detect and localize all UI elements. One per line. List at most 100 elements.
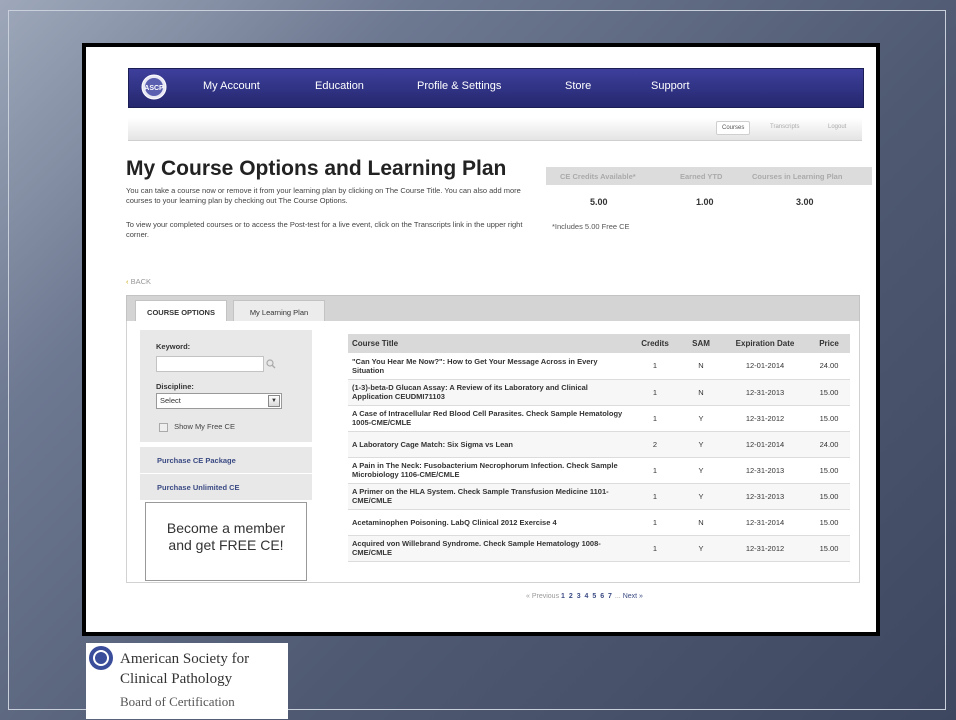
course-title-cell[interactable]: Acquired von Willebrand Syndrome. Check … xyxy=(348,535,630,562)
expiration-cell: 12-31-2013 xyxy=(722,457,808,484)
earned-ytd-value: 1.00 xyxy=(696,197,714,207)
promo-line-2: and get FREE CE! xyxy=(168,537,284,553)
price-cell: 15.00 xyxy=(808,483,850,510)
credits-cell: 1 xyxy=(630,457,680,484)
keyword-input[interactable] xyxy=(156,356,264,372)
credit-summary: CE Credits Available* Earned YTD Courses… xyxy=(546,167,872,231)
price-cell: 15.00 xyxy=(808,405,850,432)
expiration-cell: 12-31-2012 xyxy=(722,535,808,562)
table-row[interactable]: A Primer on the HLA System. Check Sample… xyxy=(348,483,850,510)
transcripts-link[interactable]: Transcripts xyxy=(770,124,799,130)
course-title-cell[interactable]: "Can You Hear Me Now?": How to Get Your … xyxy=(348,353,630,380)
pager-pages[interactable]: 1 2 3 4 5 6 7 xyxy=(561,593,613,600)
sam-cell: Y xyxy=(680,405,722,432)
back-label: BACK xyxy=(130,277,152,286)
table-row[interactable]: Acquired von Willebrand Syndrome. Check … xyxy=(348,535,850,562)
pager-previous[interactable]: « Previous xyxy=(526,593,559,600)
credits-cell: 1 xyxy=(630,535,680,562)
membership-promo[interactable]: Become a member and get FREE CE! xyxy=(145,502,307,581)
course-title-cell[interactable]: A Laboratory Cage Match: Six Sigma vs Le… xyxy=(348,431,630,458)
courses-in-plan-value: 3.00 xyxy=(796,197,814,207)
pagination: « Previous 1 2 3 4 5 6 7 ... Next » xyxy=(526,593,643,600)
sam-cell: N xyxy=(680,509,722,536)
nav-profile-settings[interactable]: Profile & Settings xyxy=(417,80,501,92)
credits-available-header: CE Credits Available* xyxy=(560,172,636,181)
org-name-line-1: American Society for xyxy=(120,651,250,667)
sam-cell: Y xyxy=(680,457,722,484)
nav-education[interactable]: Education xyxy=(315,80,364,92)
expiration-cell: 12-31-2012 xyxy=(722,405,808,432)
course-title-cell[interactable]: A Case of Intracellular Red Blood Cell P… xyxy=(348,405,630,432)
nav-store[interactable]: Store xyxy=(565,80,591,92)
col-expiration-date[interactable]: Expiration Date xyxy=(722,334,808,353)
search-icon[interactable] xyxy=(266,359,276,369)
course-title-cell[interactable]: Acetaminophen Poisoning. LabQ Clinical 2… xyxy=(348,509,630,536)
logout-link[interactable]: Logout xyxy=(828,124,846,130)
table-row[interactable]: "Can You Hear Me Now?": How to Get Your … xyxy=(348,353,850,380)
sub-navbar: Courses Transcripts Logout xyxy=(128,118,862,141)
price-cell: 15.00 xyxy=(808,535,850,562)
screenshot-frame: ASCP My Account Education Profile & Sett… xyxy=(82,43,880,636)
expiration-cell: 12-31-2013 xyxy=(722,483,808,510)
ascp-seal-icon xyxy=(89,646,113,670)
credits-cell: 1 xyxy=(630,509,680,536)
table-row[interactable]: A Pain in The Neck: Fusobacterium Necrop… xyxy=(348,457,850,484)
credits-cell: 1 xyxy=(630,483,680,510)
expiration-cell: 12-31-2014 xyxy=(722,509,808,536)
course-table: Course Title Credits SAM Expiration Date… xyxy=(348,334,850,562)
course-title-cell[interactable]: A Pain in The Neck: Fusobacterium Necrop… xyxy=(348,457,630,484)
sam-cell: Y xyxy=(680,535,722,562)
table-row[interactable]: A Case of Intracellular Red Blood Cell P… xyxy=(348,405,850,432)
page-title: My Course Options and Learning Plan xyxy=(126,157,507,180)
back-link[interactable]: ‹ BACK xyxy=(126,277,151,286)
tab-course-options[interactable]: COURSE OPTIONS xyxy=(135,300,227,322)
col-course-title[interactable]: Course Title xyxy=(348,334,630,353)
nav-support[interactable]: Support xyxy=(651,80,690,92)
organization-logo: American Society for Clinical Pathology … xyxy=(86,643,288,719)
price-cell: 24.00 xyxy=(808,431,850,458)
sam-cell: N xyxy=(680,379,722,406)
discipline-select[interactable]: Select ▼ xyxy=(156,393,282,409)
ascp-logo-icon: ASCP xyxy=(141,74,167,100)
expiration-cell: 12-01-2014 xyxy=(722,431,808,458)
courses-in-plan-header: Courses in Learning Plan xyxy=(752,172,843,181)
chevron-down-icon[interactable]: ▼ xyxy=(268,395,280,407)
expiration-cell: 12-01-2014 xyxy=(722,353,808,380)
table-header-row: Course Title Credits SAM Expiration Date… xyxy=(348,334,850,353)
credit-header-row: CE Credits Available* Earned YTD Courses… xyxy=(546,167,872,185)
price-cell: 15.00 xyxy=(808,457,850,484)
col-sam[interactable]: SAM xyxy=(680,334,722,353)
show-free-ce-option[interactable]: Show My Free CE xyxy=(159,422,235,432)
pager-ellipsis: ... xyxy=(614,593,621,600)
pager-next[interactable]: Next » xyxy=(623,593,643,600)
purchase-ce-package-link[interactable]: Purchase CE Package xyxy=(140,447,312,473)
col-price[interactable]: Price xyxy=(808,334,850,353)
credits-cell: 1 xyxy=(630,379,680,406)
show-free-ce-checkbox[interactable] xyxy=(159,422,168,432)
price-cell: 24.00 xyxy=(808,353,850,380)
org-name-line-3: Board of Certification xyxy=(120,694,235,709)
sam-cell: Y xyxy=(680,483,722,510)
tab-my-learning-plan[interactable]: My Learning Plan xyxy=(233,300,325,322)
earned-ytd-header: Earned YTD xyxy=(680,172,723,181)
filter-panel: Keyword: Discipline: Select ▼ Show My Fr… xyxy=(140,330,312,442)
nav-my-account[interactable]: My Account xyxy=(203,80,260,92)
sam-cell: N xyxy=(680,353,722,380)
intro-text: You can take a course now or remove it f… xyxy=(126,186,521,205)
back-arrow-icon: ‹ xyxy=(126,277,129,286)
free-ce-note: *Includes 5.00 Free CE xyxy=(552,222,630,231)
table-row[interactable]: Acetaminophen Poisoning. LabQ Clinical 2… xyxy=(348,509,850,536)
courses-link[interactable]: Courses xyxy=(716,121,751,135)
purchase-unlimited-ce-link[interactable]: Purchase Unlimited CE xyxy=(140,474,312,500)
col-credits[interactable]: Credits xyxy=(630,334,680,353)
intro-text-transcripts: To view your completed courses or to acc… xyxy=(126,220,523,239)
credits-available-value: 5.00 xyxy=(590,197,608,207)
expiration-cell: 12-31-2013 xyxy=(722,379,808,406)
course-title-cell[interactable]: A Primer on the HLA System. Check Sample… xyxy=(348,483,630,510)
table-row[interactable]: A Laboratory Cage Match: Six Sigma vs Le… xyxy=(348,431,850,458)
keyword-label: Keyword: xyxy=(156,342,191,351)
course-title-cell[interactable]: (1-3)-beta-D Glucan Assay: A Review of i… xyxy=(348,379,630,406)
discipline-label: Discipline: xyxy=(156,382,194,391)
table-row[interactable]: (1-3)-beta-D Glucan Assay: A Review of i… xyxy=(348,379,850,406)
org-name-line-2: Clinical Pathology xyxy=(120,671,233,687)
